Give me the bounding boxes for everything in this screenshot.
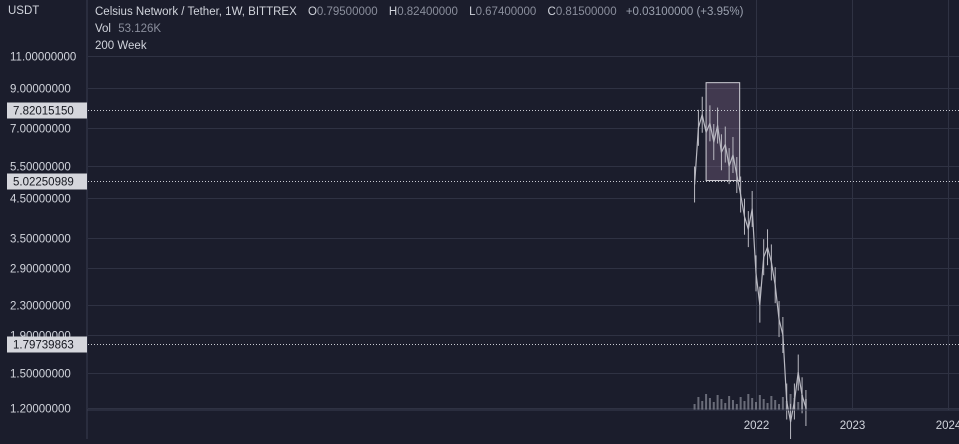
volume-bar — [797, 402, 800, 410]
volume-bar — [705, 394, 708, 410]
volume-bar — [720, 399, 723, 410]
volume-bar — [731, 400, 734, 410]
high-key: H — [388, 6, 398, 18]
x-tick-label: 2022 — [744, 420, 770, 432]
volume-bar — [778, 404, 781, 410]
y-tick-label: 7.00000000 — [10, 124, 71, 136]
legend-volume[interactable]: Vol 53.126K — [95, 23, 161, 35]
volume-bar — [770, 396, 773, 410]
y-tick-label: 2.30000000 — [10, 301, 71, 313]
chart[interactable]: 1.200000001.500000001.900000002.30000000… — [0, 0, 959, 440]
y-tick-label: 2.90000000 — [10, 264, 71, 276]
price-label: 5.02250989 — [13, 177, 74, 189]
price-label: 1.79739863 — [13, 340, 74, 352]
indicator-label[interactable]: 200 Week — [95, 40, 147, 52]
volume-bar — [728, 396, 731, 410]
volume-bar — [708, 398, 711, 410]
volume-bar — [697, 397, 700, 410]
open-value: 0.79500000 — [316, 6, 378, 18]
volume-bar — [712, 402, 715, 410]
volume-bar — [758, 395, 761, 410]
y-tick-label: 5.50000000 — [10, 162, 71, 174]
volume-bar — [747, 394, 750, 410]
close-value: 0.81500000 — [555, 6, 617, 18]
vol-value: 53.126K — [118, 23, 162, 35]
vol-key: Vol — [95, 23, 111, 35]
y-tick-label: 1.20000000 — [10, 404, 71, 416]
volume-bar — [724, 403, 727, 410]
volume-bar — [735, 404, 738, 410]
volume-bar — [781, 397, 784, 410]
chart-svg[interactable]: 1.200000001.500000001.900000002.30000000… — [0, 0, 959, 440]
volume-bar — [762, 399, 765, 410]
volume-bar — [755, 402, 757, 410]
y-tick-label: 9.00000000 — [10, 84, 71, 96]
y-tick-label: 4.50000000 — [10, 194, 71, 206]
volume-bar — [693, 404, 696, 410]
volume-bar — [716, 395, 719, 410]
change-value: +0.03100000 (+3.95%) — [625, 6, 744, 18]
symbol-title[interactable]: Celsius Network / Tether, 1W, BITTREX — [95, 6, 297, 18]
low-value: 0.67400000 — [475, 6, 537, 18]
volume-bar — [739, 397, 742, 410]
currency-label: USDT — [8, 5, 40, 17]
y-tick-label: 11.00000000 — [10, 52, 76, 64]
volume-bar — [743, 401, 746, 410]
x-tick-label: 2023 — [840, 420, 866, 432]
volume-bar — [766, 403, 769, 410]
high-value: 0.82400000 — [397, 6, 458, 18]
price-label: 7.82015150 — [13, 106, 74, 118]
x-tick-label: 2024 — [936, 420, 959, 432]
open-key: O — [307, 6, 317, 18]
volume-bar — [774, 400, 777, 410]
close-key: C — [547, 6, 556, 18]
y-tick-label: 1.50000000 — [10, 369, 71, 381]
y-tick-label: 3.50000000 — [10, 234, 71, 246]
volume-bar — [701, 401, 704, 410]
legend-ohlc: Celsius Network / Tether, 1W, BITTREX O0… — [95, 6, 743, 18]
volume-bar — [751, 398, 754, 410]
